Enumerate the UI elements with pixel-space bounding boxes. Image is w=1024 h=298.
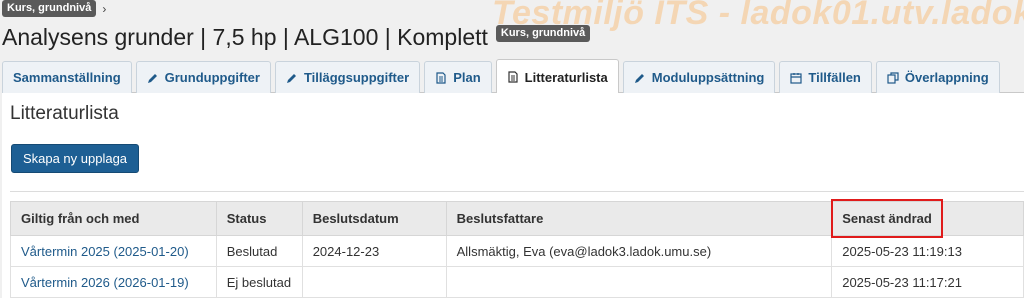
table-cell: Ej beslutad [215, 266, 303, 298]
section-title: Litteraturlista [10, 103, 119, 124]
table-cell: 2025-05-23 11:17:21 [831, 266, 1024, 298]
tab-plan[interactable]: Plan [424, 61, 492, 93]
table-cell: 2025-05-23 11:19:13 [831, 235, 1024, 267]
pencil-icon [147, 73, 157, 83]
tab-label: Moduluppsättning [651, 70, 765, 85]
column-header-decision-maker[interactable]: Beslutsfattare [445, 201, 833, 236]
tab-bar: Sammanställning Grunduppgifter Tilläggsu… [2, 59, 1024, 94]
level-badge: Kurs, grundnivå [495, 25, 591, 42]
divider [10, 191, 1024, 192]
document-icon [508, 71, 518, 83]
table-cell: Vårtermin 2025 (2025-01-20) [10, 235, 217, 267]
table-row: Vårtermin 2025 (2025-01-20) Beslutad 202… [10, 235, 1024, 267]
table-cell: Beslutad [215, 235, 303, 267]
table-cell: Allsmäktig, Eva (eva@ladok3.ladok.umu.se… [445, 235, 833, 267]
content-panel: Litteraturlista Skapa ny upplaga Giltig … [2, 93, 1024, 298]
document-icon [436, 71, 446, 84]
tab-tillfallen[interactable]: Tillfällen [779, 61, 872, 93]
tab-moduluppsattning[interactable]: Moduluppsättning [622, 61, 776, 93]
column-header-valid-from[interactable]: Giltig från och med [10, 201, 217, 236]
tab-sammanstallning[interactable]: Sammanställning [2, 61, 132, 93]
table-cell [445, 266, 833, 298]
tab-litteraturlista[interactable]: Litteraturlista [495, 59, 619, 94]
page-title-text: Analysens grunder | 7,5 hp | ALG100 | Ko… [2, 24, 488, 50]
copy-icon [887, 71, 899, 84]
table-row: Vårtermin 2026 (2026-01-19) Ej beslutad … [10, 266, 1024, 298]
column-header-status[interactable]: Status [215, 201, 303, 236]
breadcrumb: Kurs, grundnivå › [2, 0, 106, 17]
column-header-last-modified[interactable]: Senast ändrad [831, 201, 1024, 236]
create-new-edition-button[interactable]: Skapa ny upplaga [11, 144, 139, 173]
table-cell: Vårtermin 2026 (2026-01-19) [10, 266, 217, 298]
tab-label: Tilläggsuppgifter [303, 70, 410, 85]
pencil-icon [634, 73, 644, 83]
tab-overlappning[interactable]: Överlappning [875, 61, 1000, 93]
breadcrumb-separator: › [102, 1, 107, 16]
edition-link[interactable]: Vårtermin 2026 (2026-01-19) [21, 275, 189, 290]
tab-label: Litteraturlista [524, 69, 608, 85]
column-header-decision-date[interactable]: Beslutsdatum [301, 201, 447, 236]
page-title: Analysens grunder | 7,5 hp | ALG100 | Ko… [2, 24, 591, 51]
literature-table: Giltig från och med Status Beslutsdatum … [10, 201, 1024, 298]
table-cell: 2024-12-23 [301, 235, 447, 267]
tab-label: Grunduppgifter [164, 70, 260, 85]
calendar-icon [790, 72, 802, 84]
tab-tillaggsuppgifter[interactable]: Tilläggsuppgifter [274, 61, 421, 93]
tab-label: Plan [453, 70, 481, 85]
breadcrumb-badge[interactable]: Kurs, grundnivå [2, 0, 97, 17]
tab-label: Överlappning [904, 70, 989, 85]
tab-grunduppgifter[interactable]: Grunduppgifter [135, 61, 271, 93]
pencil-icon [286, 73, 296, 83]
tab-label: Sammanställning [13, 70, 121, 85]
tab-label: Tillfällen [808, 70, 861, 85]
edition-link[interactable]: Vårtermin 2025 (2025-01-20) [21, 244, 189, 259]
table-cell [301, 266, 447, 298]
table-header-row: Giltig från och med Status Beslutsdatum … [10, 201, 1024, 236]
